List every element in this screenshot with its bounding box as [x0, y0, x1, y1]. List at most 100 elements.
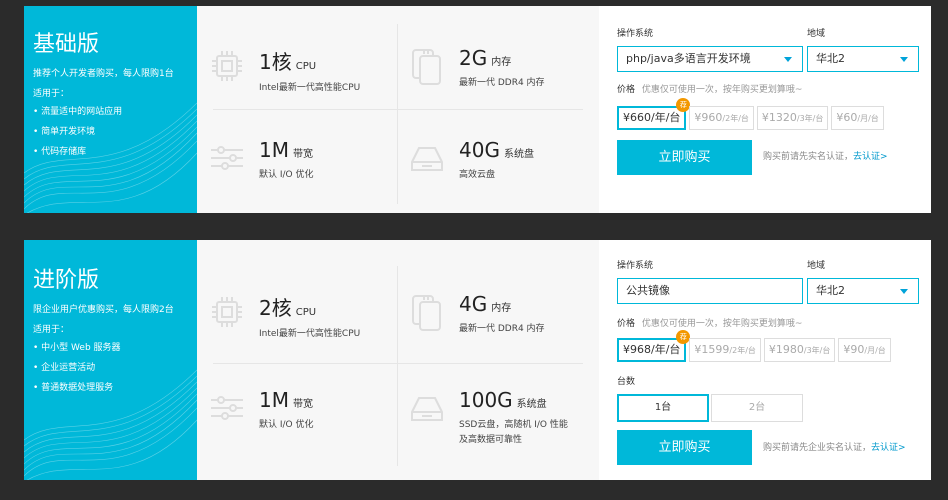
spec-desc: 默认 I/O 优化	[259, 420, 314, 430]
memory-icon	[412, 295, 441, 331]
suitable-label: 适用于：	[33, 89, 70, 99]
region-label: 地域	[807, 261, 826, 271]
spec-unit: CPU	[295, 61, 317, 72]
spec-memory: 2G 内存 最新一代 DDR4 内存	[407, 46, 545, 91]
buy-button[interactable]: 立即购买	[617, 140, 752, 175]
memory-icon	[412, 49, 441, 85]
spec-desc: 最新一代 DDR4 内存	[459, 78, 545, 88]
region-select[interactable]: 华北2	[807, 278, 919, 304]
spec-desc: Intel最新一代高性能CPU	[259, 329, 361, 339]
buy-button[interactable]: 立即购买	[617, 430, 752, 465]
os-value: php/java多语言开发环境	[626, 52, 751, 65]
price-option-2y[interactable]: ¥960/2年/台	[689, 106, 754, 130]
spec-bandwidth: 1M 带宽 默认 I/O 优化	[207, 138, 314, 183]
auth-note: 购买前请先实名认证，去认证>	[763, 149, 888, 162]
chevron-down-icon	[900, 289, 908, 294]
plan-card-basic: 基础版 推荐个人开发者购买，每人限购1台 适用于： 流量适中的网站应用 简单开发…	[24, 6, 931, 213]
chevron-down-icon	[784, 57, 792, 62]
spec-unit: 带宽	[292, 399, 313, 410]
spec-panel: 2核 CPU Intel最新一代高性能CPU 4G 内存 最新一代 DDR4 内存 …	[197, 240, 599, 480]
spec-memory: 4G 内存 最新一代 DDR4 内存	[407, 292, 545, 337]
recommend-badge: 荐	[676, 330, 691, 344]
os-label: 操作系统	[617, 261, 654, 271]
bandwidth-icon	[211, 396, 243, 420]
auth-link[interactable]: 去认证>	[853, 152, 888, 162]
os-select[interactable]: php/java多语言开发环境	[617, 46, 803, 72]
cpu-icon	[212, 297, 242, 327]
image-select[interactable]: 公共镜像	[617, 278, 803, 304]
plan-title: 进阶版	[33, 268, 100, 293]
qty-option-1[interactable]: 1台	[617, 394, 709, 422]
spec-unit: 内存	[491, 57, 512, 68]
config-panel: 操作系统 地域 php/java多语言开发环境 华北2 价格 优惠仅可使用一次，…	[599, 6, 931, 213]
spec-unit: 系统盘	[503, 149, 534, 160]
region-select[interactable]: 华北2	[807, 46, 919, 72]
auth-link[interactable]: 去认证>	[871, 443, 906, 453]
price-label-row: 价格 优惠仅可使用一次，按年购买更划算哦~	[617, 316, 802, 329]
cpu-icon	[212, 51, 242, 81]
price-option-3y[interactable]: ¥1980/3年/台	[763, 338, 836, 362]
price-suffix: /月/台	[864, 346, 886, 355]
spec-cpu: 1核 CPU Intel最新一代高性能CPU	[207, 46, 360, 96]
spec-desc: Intel最新一代高性能CPU	[259, 83, 361, 93]
price-label: 价格	[617, 85, 636, 95]
list-item: 流量适中的网站应用	[33, 104, 197, 117]
spec-value: 2核	[259, 296, 292, 320]
spec-bandwidth: 1M 带宽 默认 I/O 优化	[207, 388, 314, 433]
promo-panel: 进阶版 限企业用户优惠购买，每人限购2台 适用于： 中小型 Web 服务器 企业…	[24, 240, 197, 480]
price-option-1y[interactable]: ¥968/年/台 荐	[617, 330, 691, 362]
price-option-month[interactable]: ¥60/月/台	[831, 106, 884, 130]
price-option-2y[interactable]: ¥1599/2年/台	[689, 338, 761, 362]
price-option-1y[interactable]: ¥660/年/台 荐	[617, 98, 691, 130]
price-label-row: 价格 优惠仅可使用一次，按年购买更划算哦~	[617, 82, 802, 95]
spec-value: 1M	[259, 138, 289, 162]
price-options: ¥968/年/台 荐 ¥1599/2年/台 ¥1980/3年/台 ¥90/月/台	[617, 330, 894, 362]
list-item: 普通数据处理服务	[33, 380, 197, 393]
os-label: 操作系统	[617, 29, 654, 39]
qty-options: 1台 2台	[617, 394, 805, 422]
price-label: 价格	[617, 319, 636, 329]
config-panel: 操作系统 地域 公共镜像 华北2 价格 优惠仅可使用一次，按年购买更划算哦~ ¥…	[599, 240, 931, 480]
qty-option-2[interactable]: 2台	[711, 394, 803, 422]
qty-label: 台数	[617, 377, 636, 387]
spec-cpu: 2核 CPU Intel最新一代高性能CPU	[207, 292, 360, 342]
price-suffix: /2年/台	[729, 346, 756, 355]
promo-panel: 基础版 推荐个人开发者购买，每人限购1台 适用于： 流量适中的网站应用 简单开发…	[24, 6, 197, 213]
price-hint: 优惠仅可使用一次，按年购买更划算哦~	[641, 319, 803, 329]
use-case-list: 流量适中的网站应用 简单开发环境 代码存储库	[33, 104, 197, 157]
auth-note-text: 购买前请先实名认证，	[763, 152, 854, 162]
price-main: ¥660/年/台	[623, 111, 681, 124]
spec-panel: 1核 CPU Intel最新一代高性能CPU 2G 内存 最新一代 DDR4 内存 …	[197, 6, 599, 213]
divider	[397, 266, 398, 466]
spec-desc: 高效云盘	[459, 170, 496, 180]
price-option-3y[interactable]: ¥1320/3年/台	[756, 106, 829, 130]
price-suffix: /月/台	[857, 114, 879, 123]
divider	[213, 109, 583, 110]
auth-note: 购买前请先企业实名认证，去认证>	[763, 440, 906, 453]
suitable-label: 适用于：	[33, 325, 70, 335]
spec-unit: 系统盘	[516, 399, 547, 410]
chevron-down-icon	[900, 57, 908, 62]
spec-value: 1核	[259, 50, 292, 74]
os-value: 公共镜像	[626, 284, 670, 297]
spec-unit: 带宽	[292, 149, 313, 160]
spec-unit: CPU	[295, 307, 317, 318]
plan-subtitle: 限企业用户优惠购买，每人限购2台	[33, 305, 174, 315]
spec-desc-line: SSD云盘，高随机 I/O 性能	[459, 420, 568, 430]
list-item: 企业运营活动	[33, 360, 197, 373]
spec-disk: 40G 系统盘 高效云盘	[407, 138, 534, 183]
price-main: ¥1980	[768, 343, 804, 356]
price-options: ¥660/年/台 荐 ¥960/2年/台 ¥1320/3年/台 ¥60/月/台	[617, 98, 887, 130]
recommend-badge: 荐	[676, 98, 691, 112]
spec-value: 1M	[259, 388, 289, 412]
spec-unit: 内存	[491, 303, 512, 314]
use-case-list: 中小型 Web 服务器 企业运营活动 普通数据处理服务	[33, 340, 197, 393]
spec-disk: 100G 系统盘 SSD云盘，高随机 I/O 性能 及高数据可靠性	[407, 388, 568, 448]
list-item: 中小型 Web 服务器	[33, 340, 197, 353]
plan-subtitle: 推荐个人开发者购买，每人限购1台	[33, 69, 174, 79]
auth-note-text: 购买前请先企业实名认证，	[763, 443, 872, 453]
list-item: 代码存储库	[33, 144, 197, 157]
price-option-month[interactable]: ¥90/月/台	[838, 338, 891, 362]
spec-desc: 默认 I/O 优化	[259, 170, 314, 180]
price-suffix: /3年/台	[803, 346, 831, 355]
